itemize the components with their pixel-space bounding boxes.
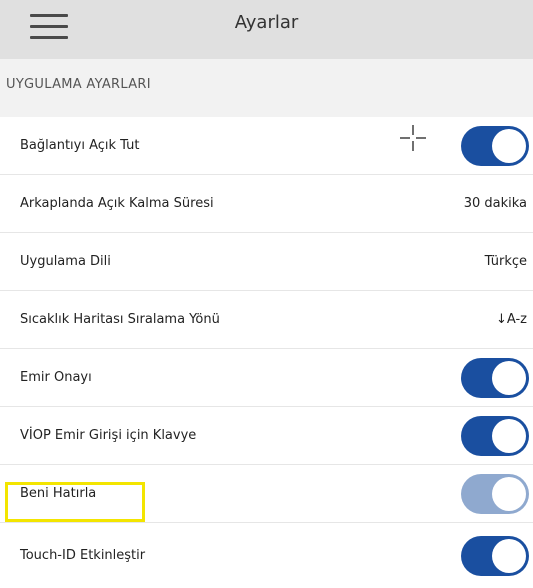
remember-me-toggle[interactable] bbox=[461, 474, 529, 514]
setting-row-touch-id: Touch-ID Etkinleştir bbox=[0, 523, 533, 588]
setting-row-keep-connection: Bağlantıyı Açık Tut bbox=[0, 117, 533, 175]
keep-connection-toggle[interactable] bbox=[461, 126, 529, 166]
setting-value[interactable]: ↓A-z bbox=[496, 291, 527, 349]
toggle-knob bbox=[492, 129, 526, 163]
setting-row-viop-keyboard: VİOP Emir Girişi için Klavye bbox=[0, 407, 533, 465]
section-header: UYGULAMA AYARLARI bbox=[0, 59, 533, 117]
setting-label: Arkaplanda Açık Kalma Süresi bbox=[20, 196, 214, 211]
setting-value[interactable]: 30 dakika bbox=[464, 175, 527, 233]
setting-value[interactable]: Türkçe bbox=[485, 233, 527, 291]
setting-row-order-confirmation: Emir Onayı bbox=[0, 349, 533, 407]
setting-label: Touch-ID Etkinleştir bbox=[20, 548, 146, 563]
viop-keyboard-toggle[interactable] bbox=[461, 416, 529, 456]
touch-id-toggle[interactable] bbox=[461, 536, 529, 576]
toggle-knob bbox=[492, 361, 526, 395]
setting-row-heatmap-sort[interactable]: Sıcaklık Haritası Sıralama Yönü ↓A-z bbox=[0, 291, 533, 349]
setting-label: Sıcaklık Haritası Sıralama Yönü bbox=[20, 312, 220, 327]
setting-label: Bağlantıyı Açık Tut bbox=[20, 138, 140, 153]
page-title: Ayarlar bbox=[234, 12, 299, 33]
toggle-knob bbox=[492, 477, 526, 511]
section-title: UYGULAMA AYARLARI bbox=[6, 77, 151, 92]
app-header: Ayarlar bbox=[0, 0, 533, 59]
crosshair-icon bbox=[400, 125, 426, 151]
order-confirmation-toggle[interactable] bbox=[461, 358, 529, 398]
setting-label: VİOP Emir Girişi için Klavye bbox=[20, 428, 197, 443]
setting-label: Uygulama Dili bbox=[20, 254, 111, 269]
toggle-knob bbox=[492, 419, 526, 453]
setting-row-app-language[interactable]: Uygulama Dili Türkçe bbox=[0, 233, 533, 291]
setting-row-background-duration[interactable]: Arkaplanda Açık Kalma Süresi 30 dakika bbox=[0, 175, 533, 233]
toggle-knob bbox=[492, 539, 526, 573]
setting-label: Emir Onayı bbox=[20, 370, 92, 385]
highlight-box bbox=[5, 482, 145, 522]
